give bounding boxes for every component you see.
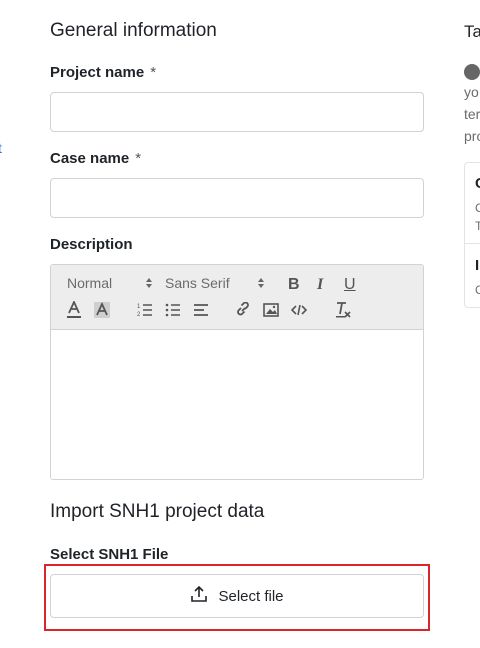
right-panel-card: C C T I C (464, 162, 480, 308)
select-arrows-icon (145, 277, 153, 289)
info-icon (464, 64, 480, 80)
required-mark: * (135, 150, 142, 167)
project-name-input[interactable] (50, 92, 424, 132)
clear-format-icon (335, 301, 351, 319)
right-panel-text-line: yo (464, 84, 479, 100)
text-color-icon (66, 301, 82, 319)
case-name-label: Case name * (50, 150, 141, 167)
code-icon (291, 302, 307, 318)
select-file-button[interactable]: Select file (50, 574, 424, 618)
card-item-subtext: T (475, 219, 480, 233)
font-select-value: Sans Serif (165, 275, 230, 291)
underline-icon: U (344, 276, 356, 293)
bullet-list-icon (165, 302, 181, 318)
select-arrows-icon (257, 277, 265, 289)
image-icon (263, 302, 279, 318)
link-icon (235, 302, 251, 318)
code-button[interactable] (291, 302, 307, 318)
align-left-icon (193, 302, 209, 318)
description-label: Description (50, 236, 133, 253)
align-button[interactable] (193, 302, 209, 318)
header-select-value: Normal (67, 275, 113, 291)
svg-text:2: 2 (137, 312, 141, 318)
case-name-input[interactable] (50, 178, 424, 218)
select-file-button-label: Select file (218, 587, 284, 605)
bold-icon: B (288, 276, 300, 293)
clear-format-button[interactable] (335, 301, 351, 319)
card-item-subtext: C (475, 283, 480, 297)
right-panel-title: Ta (464, 22, 480, 41)
header-select[interactable]: Normal (67, 275, 153, 291)
general-information-heading: General information (50, 20, 217, 41)
underline-button[interactable]: U (344, 276, 356, 294)
card-item-title[interactable]: I (475, 257, 479, 274)
image-button[interactable] (263, 302, 279, 318)
font-select[interactable]: Sans Serif (165, 275, 265, 291)
italic-icon: I (317, 276, 324, 293)
project-name-label-text: Project name (50, 64, 145, 81)
ordered-list-button[interactable]: 12 (137, 302, 153, 318)
card-item-title[interactable]: C (475, 175, 480, 192)
right-panel-text-line: ter (464, 106, 480, 122)
ordered-list-icon: 12 (137, 302, 153, 318)
link-button[interactable] (235, 302, 251, 318)
background-color-icon (93, 301, 111, 319)
description-editor-area[interactable] (51, 330, 423, 479)
bullet-list-button[interactable] (165, 302, 181, 318)
left-edge-link-fragment[interactable]: t (0, 140, 2, 156)
import-section-heading: Import SNH1 project data (50, 501, 265, 522)
bold-button[interactable]: B (288, 276, 300, 294)
text-color-button[interactable] (66, 301, 82, 319)
svg-text:1: 1 (137, 304, 141, 310)
card-item-subtext: C (475, 201, 480, 215)
background-color-button[interactable] (93, 301, 111, 319)
description-rich-text-editor: Normal Sans Serif B I U 1 2 (50, 264, 424, 480)
required-mark: * (150, 64, 157, 81)
upload-icon (190, 585, 208, 607)
card-divider (465, 243, 480, 244)
right-panel-text-line: pro (464, 128, 480, 144)
project-name-label: Project name * (50, 64, 156, 81)
case-name-label-text: Case name (50, 150, 130, 167)
select-file-label: Select SNH1 File (50, 546, 169, 563)
italic-button[interactable]: I (317, 276, 323, 294)
editor-toolbar: Normal Sans Serif B I U 1 2 (51, 265, 423, 330)
